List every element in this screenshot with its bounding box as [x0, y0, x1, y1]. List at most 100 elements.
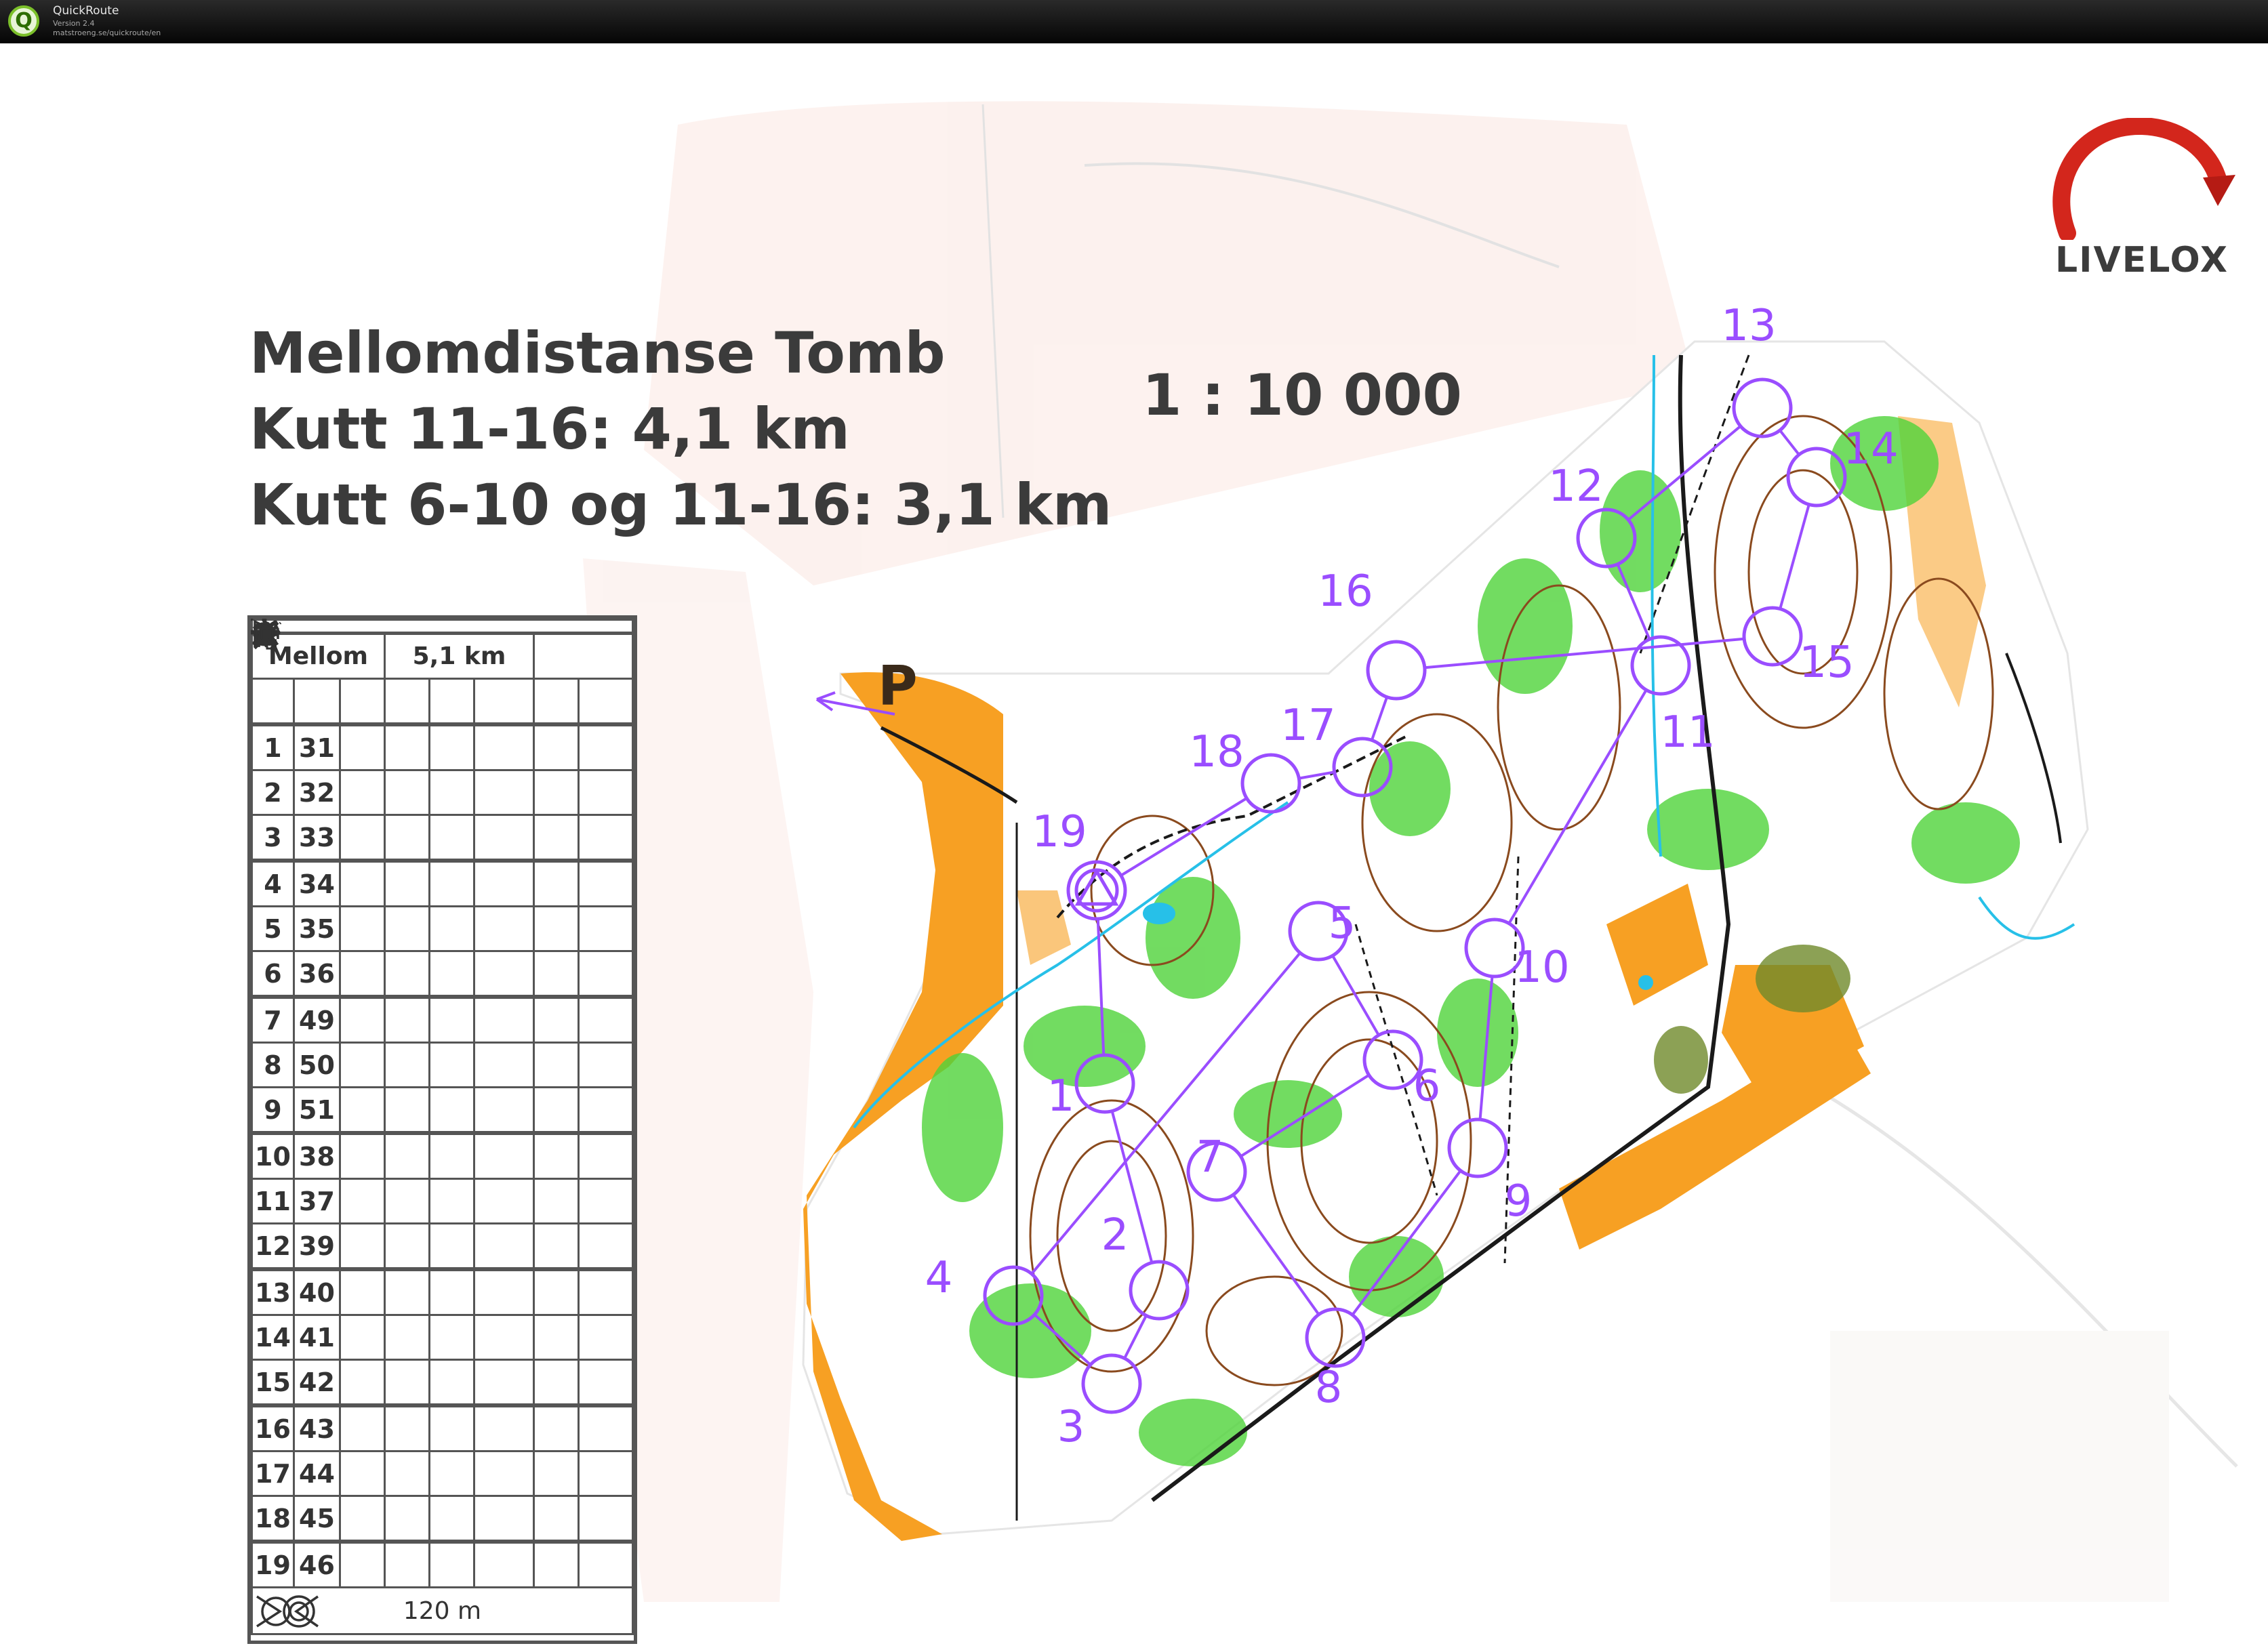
control-number: 5 [251, 905, 295, 952]
detail-cell [428, 1132, 475, 1180]
control-number-label: 12 [1548, 461, 1603, 512]
control-description-row: 16 43 [251, 621, 634, 1452]
course-length: 5,1 km [384, 632, 535, 680]
direction-cell [339, 1222, 386, 1271]
livelox-swirl-icon [2052, 118, 2235, 240]
detail-cell [428, 1495, 475, 1544]
location-cell [254, 622, 634, 999]
control-number-label: 8 [1315, 1363, 1343, 1413]
direction-cell [339, 1495, 386, 1544]
location-cell [254, 622, 634, 863]
control-number-label: 4 [925, 1253, 953, 1303]
control-number-label: 5 [1329, 899, 1356, 949]
control-number: 9 [251, 1086, 295, 1135]
control-description-row: 1 31 [251, 619, 634, 771]
dimension-cell [533, 1540, 580, 1588]
control-number-label: 9 [1505, 1176, 1533, 1227]
control-number: 19 [251, 1540, 295, 1588]
dimension-cell [533, 1495, 580, 1544]
control-number: 12 [251, 1222, 295, 1271]
control-number: 2 [251, 769, 295, 816]
control-code: 46 [293, 1540, 341, 1588]
control-number-label: 3 [1057, 1402, 1085, 1452]
appearance-cell [473, 814, 535, 863]
appearance-cell [473, 1359, 535, 1407]
livelox-logo: LIVELOX [2040, 118, 2244, 281]
path-junction-icon [254, 620, 580, 726]
detail-cell [428, 1178, 475, 1224]
appearance-cell [473, 950, 535, 999]
direction-cell [339, 995, 386, 1044]
control-description-row: 2 32 [251, 622, 634, 816]
appearance-cell [473, 905, 535, 952]
control-code: 32 [293, 769, 341, 816]
quickroute-logo-icon: Q [8, 5, 39, 37]
app-version: Version 2.4 [53, 19, 95, 28]
app-url: matstroeng.se/quickroute/en [53, 28, 161, 37]
detail-cell [428, 769, 475, 816]
location-cell [251, 619, 634, 771]
control-description-row: 12 3 9 [251, 619, 634, 1271]
dimension-cell [533, 905, 580, 952]
feature-cell [254, 623, 430, 1407]
start-row [251, 619, 634, 726]
control-description-row: 15 42 [251, 622, 634, 1407]
feature-cell [259, 627, 430, 863]
control-description-row: 14 41 [251, 622, 634, 1361]
control-code: 33 [293, 814, 341, 863]
direction-cell [339, 1314, 386, 1361]
control-number-label: 17 [1280, 701, 1335, 751]
feature-cell [254, 623, 430, 816]
control-description-sheet: Mellom 5,1 km 1 31 2 32 3 33 4 34 5 35 6 36 7 49 8 50 9 5… [247, 615, 637, 1644]
location-cell [254, 620, 634, 1316]
control-number: 3 [251, 814, 295, 863]
appearance-cell [473, 769, 535, 816]
finish-row: 120 m [251, 1586, 634, 1635]
control-description-row: 4 34 [251, 619, 634, 907]
control-number-label: 11 [1660, 707, 1715, 758]
detail-cell [428, 1268, 475, 1316]
dimension-cell [533, 1359, 580, 1407]
appearance-cell [473, 1314, 535, 1361]
location-cell [254, 622, 634, 816]
location-cell [255, 630, 634, 1044]
control-code: 35 [293, 905, 341, 952]
title-bar: Q QuickRoute Version 2.4 matstroeng.se/q… [0, 0, 2268, 43]
detail-cell [428, 905, 475, 952]
control-description-row: 13 40 [251, 620, 634, 1316]
direction-cell [339, 905, 386, 952]
direction-cell [339, 1268, 386, 1316]
feature-cell [255, 621, 430, 1452]
control-number: 13 [251, 1268, 295, 1316]
detail-cell [428, 995, 475, 1044]
location-cell [578, 1404, 634, 1452]
control-code: 50 [293, 1042, 341, 1088]
direction-cell [339, 1450, 386, 1497]
location-cell [254, 619, 634, 907]
control-description-row: 11 37 [251, 621, 634, 1224]
location-cell [578, 1540, 634, 1588]
event-title: Mellomdistanse Tomb [249, 320, 946, 386]
dimension-cell [533, 1268, 580, 1316]
control-number-label: 13 [1721, 301, 1776, 351]
control-number-label: 18 [1189, 727, 1244, 777]
dimension-cell [533, 1086, 580, 1135]
detail-cell [428, 1042, 475, 1088]
direction-cell [339, 1086, 386, 1135]
control-code: 45 [293, 1495, 341, 1544]
feature-cell [254, 623, 430, 1544]
dimension-cell [533, 1314, 580, 1361]
location-cell [252, 622, 634, 1407]
orienteering-map[interactable]: 1 2 3 4 5 6 7 8 9 10 11 12 13 14 15 16 17 18 19 Mellomdist… [0, 43, 2268, 1648]
control-description-row: 7 49 [251, 623, 634, 1044]
feature-cell [254, 623, 430, 999]
app-name: QuickRoute [53, 4, 119, 18]
control-code: 31 [293, 723, 341, 771]
control-code: 36 [293, 950, 341, 999]
feature-cell [254, 623, 430, 952]
location-cell [578, 1450, 634, 1497]
control-number-label: 16 [1318, 566, 1373, 617]
location-cell [254, 622, 634, 1135]
appearance-cell [473, 1404, 535, 1452]
detail-cell [428, 1086, 475, 1135]
